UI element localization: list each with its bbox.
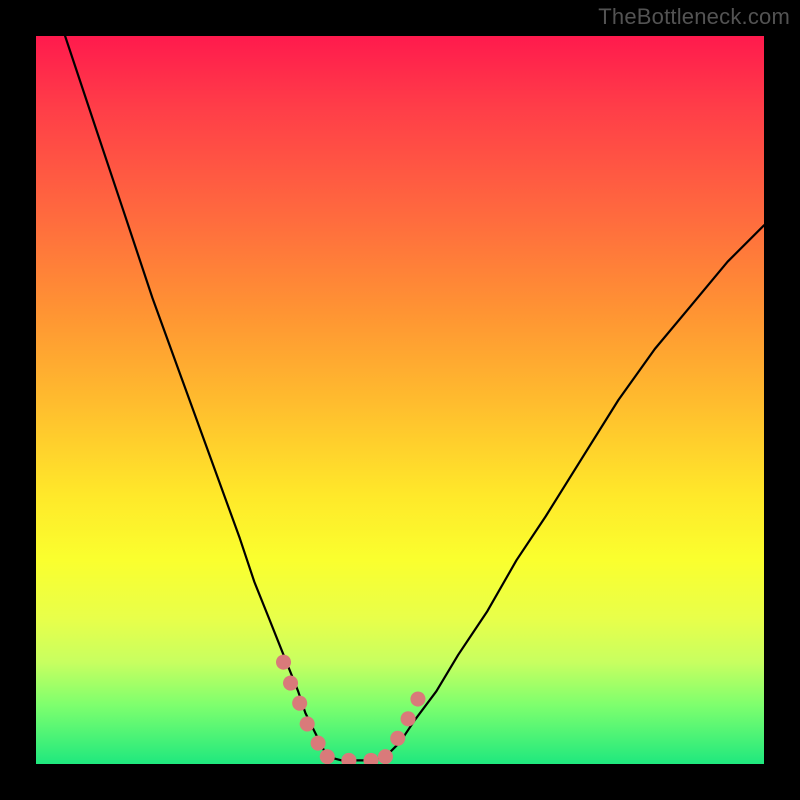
curve-left-curve xyxy=(65,36,327,757)
chart-svg xyxy=(36,36,764,764)
chart-frame: TheBottleneck.com xyxy=(0,0,800,800)
highlight-right-highlight xyxy=(385,691,421,757)
plot-area xyxy=(36,36,764,764)
watermark-text: TheBottleneck.com xyxy=(598,4,790,30)
curve-right-curve xyxy=(385,225,764,756)
